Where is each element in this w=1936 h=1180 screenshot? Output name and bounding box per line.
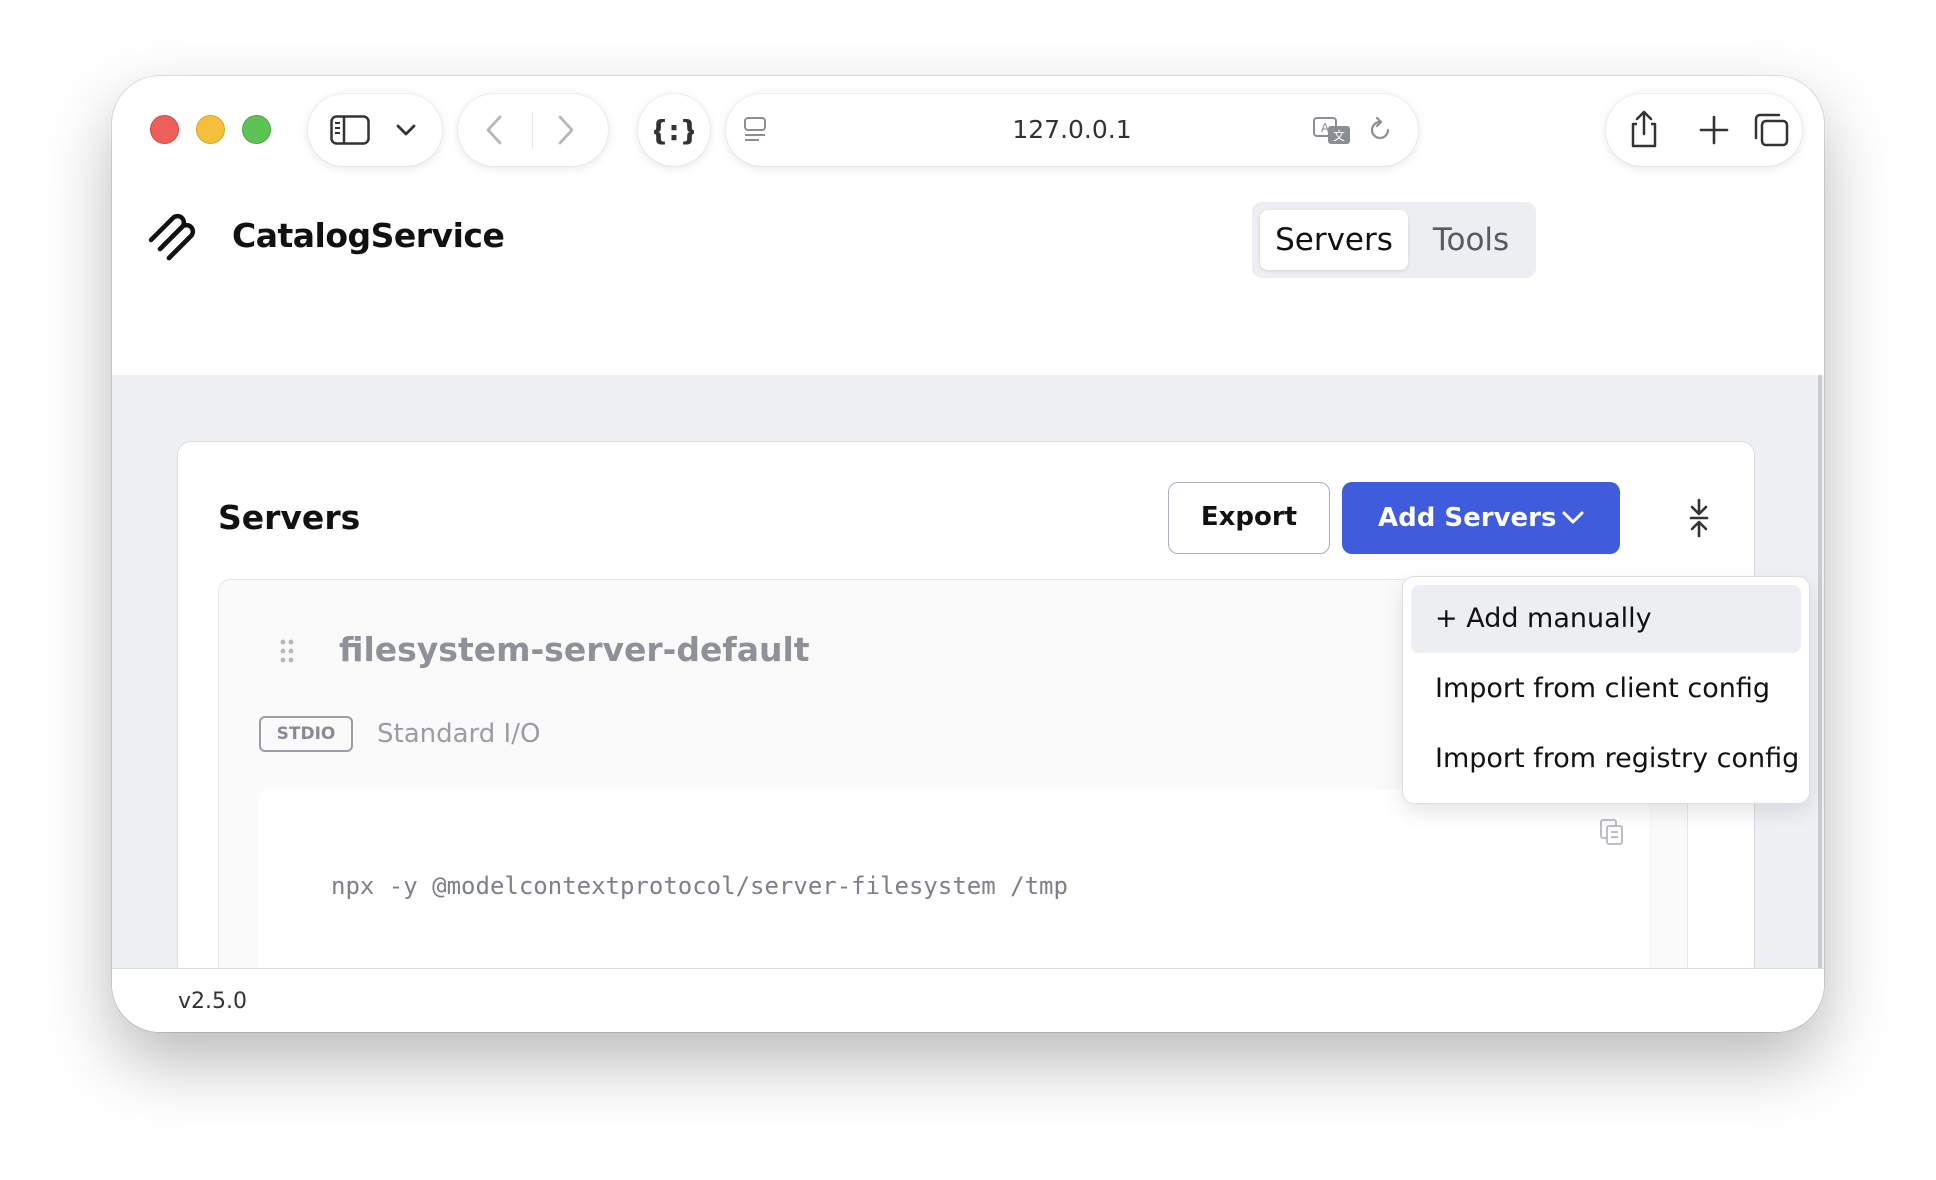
window-actions-group [1606, 94, 1802, 166]
footer: v2.5.0 [112, 968, 1824, 1032]
transport-badge: STDIO [259, 716, 353, 752]
app-logo-icon [148, 213, 196, 261]
menu-item-import-registry-config[interactable]: Import from registry config [1411, 725, 1801, 793]
divider [532, 112, 533, 148]
command-text: npx -y @modelcontextprotocol/server-file… [331, 872, 1068, 900]
extension-icon: {:} [654, 114, 694, 146]
server-name: filesystem-server-default [339, 630, 810, 669]
chevron-down-icon [1562, 511, 1584, 524]
tab-tools[interactable]: Tools [1412, 210, 1530, 270]
panel-title: Servers [218, 498, 361, 537]
translate-icon[interactable]: A 文 [1312, 116, 1352, 146]
collapse-all-icon[interactable] [1686, 498, 1712, 538]
close-window-button[interactable] [150, 115, 179, 144]
tab-servers[interactable]: Servers [1260, 210, 1408, 270]
svg-text:文: 文 [1333, 128, 1345, 143]
transport-label: Standard I/O [377, 719, 541, 749]
browser-window: {:} 127.0.0.1 A 文 [112, 76, 1824, 1032]
new-tab-icon[interactable] [1698, 114, 1730, 146]
zoom-window-button[interactable] [242, 115, 271, 144]
minimize-window-button[interactable] [196, 115, 225, 144]
version-label: v2.5.0 [178, 989, 247, 1014]
app-title: CatalogService [232, 216, 505, 255]
drag-handle-icon[interactable] [279, 638, 295, 664]
share-icon[interactable] [1626, 108, 1662, 150]
add-servers-menu: + Add manually Import from client config… [1402, 576, 1810, 804]
copy-icon[interactable] [1599, 818, 1625, 846]
menu-item-add-manually[interactable]: + Add manually [1411, 585, 1801, 653]
browser-toolbar: {:} 127.0.0.1 A 文 [112, 76, 1824, 176]
extension-button[interactable]: {:} [638, 94, 710, 166]
svg-text:{:}: {:} [654, 114, 694, 146]
reload-icon[interactable] [1366, 116, 1394, 144]
forward-icon[interactable] [556, 114, 576, 146]
add-servers-button[interactable]: Add Servers [1342, 482, 1620, 554]
back-icon[interactable] [484, 114, 504, 146]
main-nav: Servers Tools [1252, 202, 1536, 278]
tabs-overview-icon[interactable] [1752, 112, 1790, 148]
add-servers-label: Add Servers [1378, 503, 1557, 533]
sidebar-toggle-group [308, 94, 442, 166]
page-scrollbar[interactable] [1818, 375, 1822, 1032]
history-nav-group [458, 94, 608, 166]
sidebar-icon[interactable] [330, 115, 370, 145]
export-button[interactable]: Export [1168, 482, 1330, 554]
command-box: npx -y @modelcontextprotocol/server-file… [259, 790, 1649, 978]
app-header [112, 176, 1824, 375]
address-bar[interactable]: 127.0.0.1 A 文 [726, 94, 1418, 166]
chevron-down-icon[interactable] [396, 122, 416, 138]
menu-item-import-client-config[interactable]: Import from client config [1411, 655, 1801, 723]
